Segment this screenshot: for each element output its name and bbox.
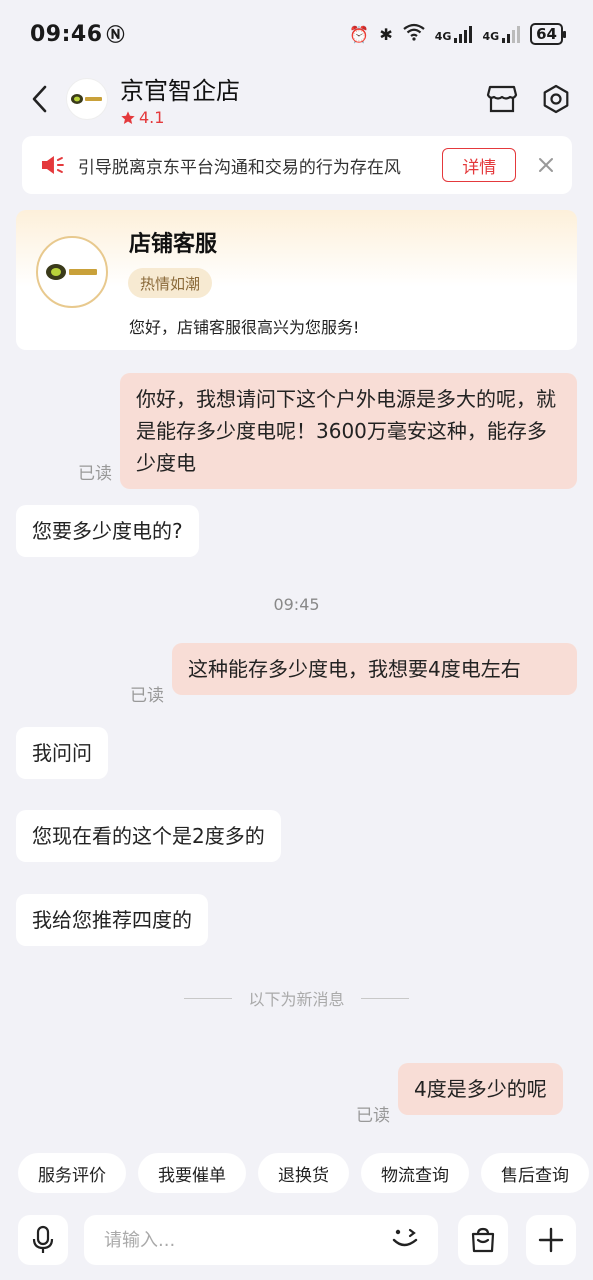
status-icons: ⏰ ✱ 4G 4G 64 xyxy=(349,23,566,45)
shop-name: 京官智企店 xyxy=(120,77,240,105)
quick-reply-chip[interactable]: 退换货 xyxy=(258,1153,349,1193)
time-label: 09:45 xyxy=(273,595,320,614)
header-actions xyxy=(485,82,573,116)
message-bubble[interactable]: 您要多少度电的? xyxy=(16,505,199,557)
shop-info: 京官智企店 4.1 xyxy=(120,71,240,127)
wifi-icon xyxy=(403,23,425,45)
message-bubble[interactable]: 4度是多少的呢 xyxy=(398,1063,563,1115)
message-bubble[interactable]: 您现在看的这个是2度多的 xyxy=(16,810,281,862)
status-time: 09:46 Ⓝ xyxy=(30,21,125,47)
notice-text: 引导脱离京东平台沟通和交易的行为存在风 xyxy=(77,157,401,178)
back-button[interactable] xyxy=(18,77,62,121)
emoji-icon xyxy=(392,1228,418,1247)
clock: 09:46 xyxy=(30,21,103,47)
close-icon xyxy=(539,158,554,172)
message-bubble[interactable]: 我问问 xyxy=(16,727,108,779)
new-messages-divider: 以下为新消息 xyxy=(0,986,593,1010)
rating-value: 4.1 xyxy=(139,108,165,127)
service-tag: 热情如潮 xyxy=(128,268,213,298)
quick-reply-chip[interactable]: 服务评价 xyxy=(18,1153,126,1193)
voice-button[interactable] xyxy=(18,1215,68,1265)
signal-icon-2: 4G xyxy=(482,25,521,43)
read-status: 已读 xyxy=(356,1106,390,1126)
quick-reply-chip[interactable]: 售后查询 xyxy=(481,1153,589,1193)
divider-line xyxy=(360,997,409,999)
quick-reply-bar: 服务评价 我要催单 退换货 物流查询 售后查询 xyxy=(18,1153,593,1193)
plus-icon xyxy=(538,1227,564,1253)
quick-reply-chip[interactable]: 物流查询 xyxy=(361,1153,469,1193)
shop-logo-icon xyxy=(46,264,97,280)
battery-indicator: 64 xyxy=(530,23,566,45)
order-button[interactable] xyxy=(458,1215,508,1265)
network-type-1: 4G xyxy=(434,29,452,43)
store-icon xyxy=(486,85,518,113)
signal-icon: 4G xyxy=(434,25,473,43)
service-card: 店铺客服 热情如潮 您好，店铺客服很高兴为您服务! xyxy=(16,210,577,350)
network-type-2: 4G xyxy=(482,29,500,43)
input-bar xyxy=(0,1210,593,1270)
bag-icon xyxy=(471,1227,495,1253)
settings-icon xyxy=(543,84,569,114)
status-bar: 09:46 Ⓝ ⏰ ✱ 4G 4G 64 xyxy=(0,0,593,68)
message-bubble[interactable]: 你好，我想请问下这个户外电源是多大的呢，就是能存多少度电呢！3600万毫安这种，… xyxy=(120,373,577,489)
nfc-icon: Ⓝ xyxy=(106,25,126,46)
message-bubble[interactable]: 这种能存多少度电，我想要4度电左右 xyxy=(172,643,577,695)
alarm-icon: ⏰ xyxy=(349,24,370,44)
message-input[interactable] xyxy=(104,1229,390,1251)
more-button[interactable] xyxy=(526,1215,576,1265)
shop-avatar[interactable] xyxy=(66,78,108,120)
emoji-button[interactable] xyxy=(390,1226,422,1254)
read-status: 已读 xyxy=(78,464,112,484)
service-title: 店铺客服 xyxy=(129,232,218,257)
read-status: 已读 xyxy=(130,686,164,706)
risk-notice-bar: 引导脱离京东平台沟通和交易的行为存在风 详情 xyxy=(22,136,572,194)
mic-icon xyxy=(32,1225,54,1253)
quick-reply-chip[interactable]: 我要催单 xyxy=(138,1153,246,1193)
settings-button[interactable] xyxy=(539,82,573,116)
divider-text: 以下为新消息 xyxy=(248,990,345,1009)
service-avatar[interactable] xyxy=(36,236,108,308)
star-icon xyxy=(121,110,135,124)
shop-logo-icon xyxy=(71,94,102,104)
message-bubble[interactable]: 我给您推荐四度的 xyxy=(16,894,208,946)
store-button[interactable] xyxy=(485,82,519,116)
service-greeting: 您好，店铺客服很高兴为您服务! xyxy=(129,318,360,337)
divider-line xyxy=(184,997,233,999)
shop-rating: 4.1 xyxy=(120,108,240,127)
back-icon xyxy=(32,85,47,113)
message-input-box[interactable] xyxy=(84,1215,438,1265)
notice-detail-button[interactable]: 详情 xyxy=(442,148,517,182)
speaker-icon xyxy=(41,156,64,174)
notice-close-button[interactable] xyxy=(534,153,558,177)
chat-header: 京官智企店 4.1 xyxy=(0,68,593,130)
bluetooth-icon: ✱ xyxy=(379,24,393,44)
